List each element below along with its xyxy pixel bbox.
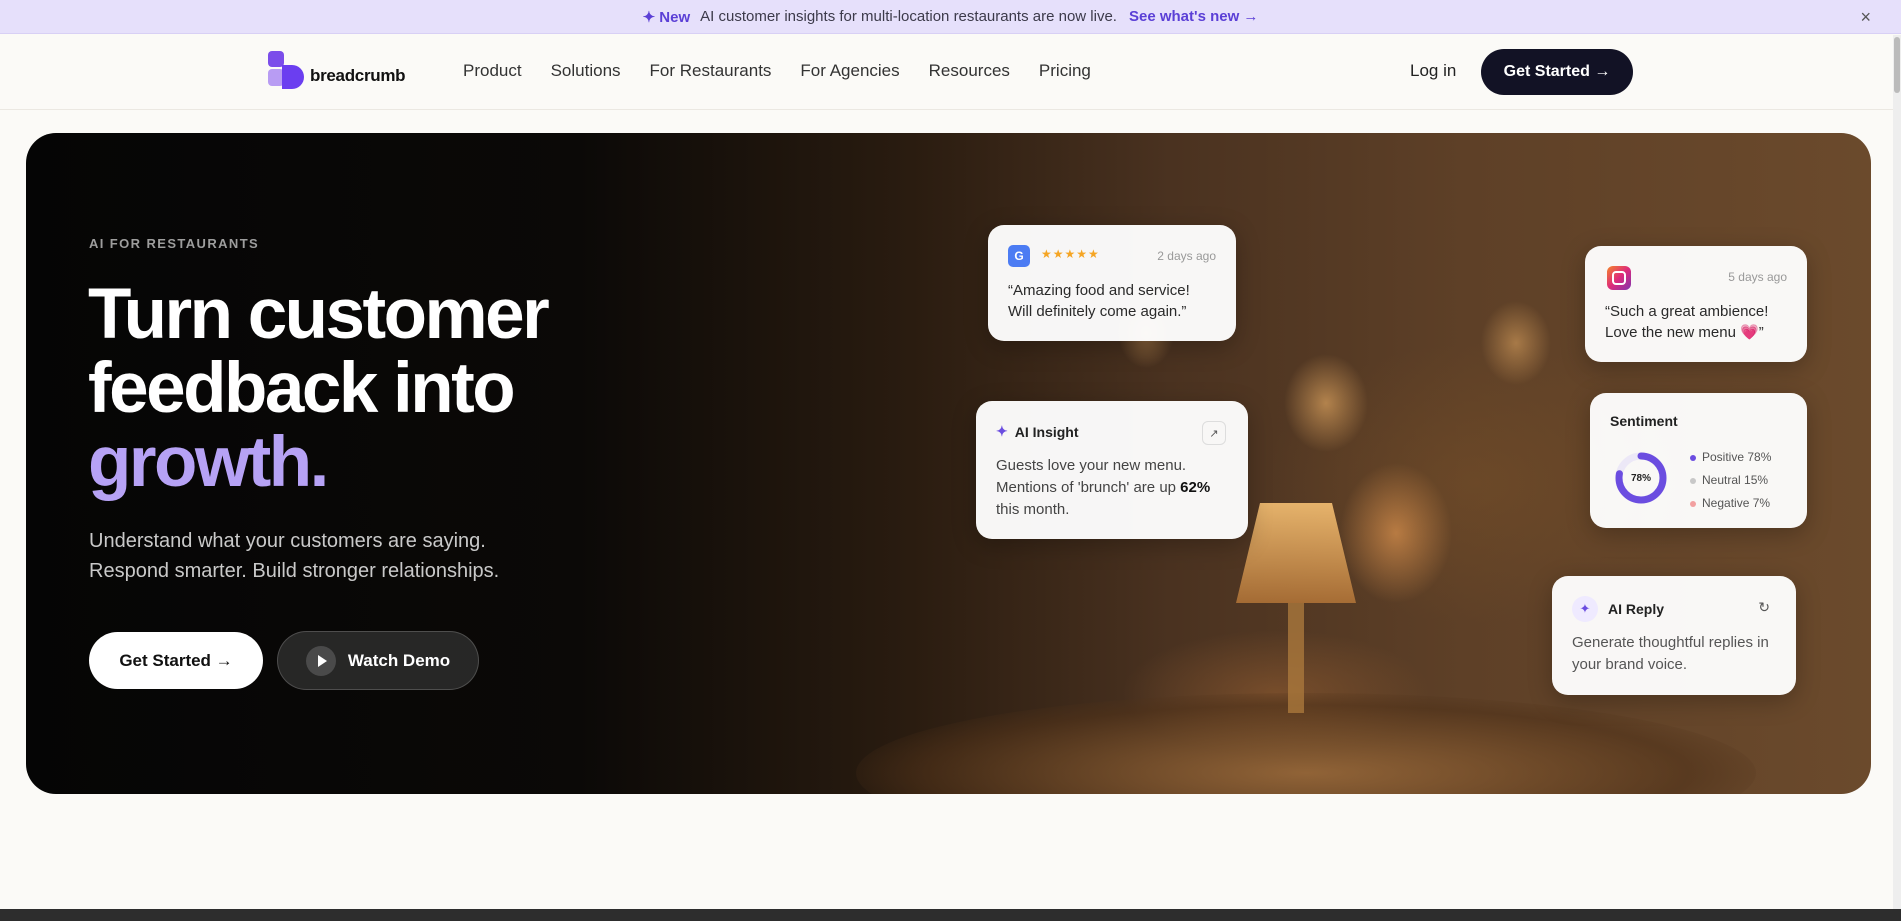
see-whats-new-link[interactable]: See what's new → [1129,8,1258,25]
nav-link-product[interactable]: Product [463,61,522,81]
sentiment-card: Sentiment 78% Positive 78% Neutral 15% N… [1590,393,1807,528]
ai-reply-text: Generate thoughtful replies in your bran… [1572,634,1769,673]
insight-stat: 62% [1180,479,1211,496]
logo[interactable]: breadcrumb [268,51,406,91]
review-text: “Such a great ambience! Love the new men… [1605,303,1769,341]
refresh-icon[interactable]: ↻ [1758,599,1770,616]
nav-link-pricing[interactable]: Pricing [1039,61,1091,81]
hero-section: AI FOR RESTAURANTS Turn customer feedbac… [26,133,1871,794]
logo-icon [268,51,306,91]
ai-insight-card: ✦ AI Insight ↗ Guests love your new menu… [976,401,1248,539]
negative-dot [1690,500,1696,507]
hero-background-image [856,693,1756,794]
legend-negative: Negative 7% [1690,492,1771,515]
sentiment-title: Sentiment [1610,413,1678,429]
legend-positive: Positive 78% [1690,446,1771,469]
hero-get-started-button[interactable]: Get Started → [89,632,263,689]
nav-links: Product Solutions For Restaurants For Ag… [463,61,1120,81]
scrollbar[interactable] [1893,35,1901,921]
announcement-bar: ✦ New AI customer insights for multi-loc… [0,0,1901,34]
ai-reply-title: AI Reply [1608,601,1665,617]
watch-demo-label: Watch Demo [347,650,451,670]
hero-subtext: Understand what your customers are sayin… [89,530,500,582]
legend-neutral: Neutral 15% [1690,469,1771,492]
review-time: 2 days ago [1157,249,1216,263]
sparkle-icon: ✦ [1572,596,1598,622]
positive-dot [1690,454,1696,461]
instagram-review-card: 5 days ago “Such a great ambience! Love … [1585,246,1807,362]
announcement-message: AI customer insights for multi-location … [700,8,1117,25]
instagram-icon [1607,266,1631,290]
sentiment-percent: 78% [1630,472,1651,484]
ai-reply-card: ✦ AI Reply ↻ Generate thoughtful replies… [1552,576,1796,695]
ai-insight-text: Guests love your new menu. Mentions of '… [996,457,1211,518]
hero-eyebrow: AI FOR RESTAURANTS [89,236,260,251]
hero-headline: Turn customer feedback into growth. [88,275,550,502]
nav-get-started-button[interactable]: Get Started → [1481,49,1633,95]
bottom-bar [0,909,1901,921]
new-badge: ✦ New [642,8,691,26]
star-rating: ★★★★★ [1041,247,1100,261]
watch-demo-button[interactable]: Watch Demo [277,631,479,690]
headline-accent: growth. [88,423,329,502]
nav-link-solutions[interactable]: Solutions [551,61,621,81]
close-icon[interactable]: × [1860,7,1871,28]
ai-insight-title: AI Insight [1014,423,1079,440]
neutral-dot [1690,477,1696,484]
sparkle-icon: ✦ [996,423,1008,439]
review-time: 5 days ago [1728,270,1787,284]
expand-icon[interactable]: ↗ [1202,421,1226,445]
sentiment-legend: Positive 78% Neutral 15% Negative 7% [1690,446,1771,515]
logo-text: breadcrumb [310,66,406,85]
nav-link-resources[interactable]: Resources [929,61,1010,81]
google-icon: G [1008,245,1030,267]
top-nav: breadcrumb Product Solutions For Restaur… [0,35,1901,110]
scrollbar-thumb[interactable] [1894,37,1900,93]
play-icon [305,645,336,676]
nav-link-for-agencies[interactable]: For Agencies [800,61,899,81]
nav-link-for-restaurants[interactable]: For Restaurants [650,61,772,81]
login-link[interactable]: Log in [1410,61,1456,81]
google-review-card: G ★★★★★ 2 days ago “Amazing food and ser… [988,225,1236,341]
review-text: “Amazing food and service! Will definite… [1008,282,1190,320]
